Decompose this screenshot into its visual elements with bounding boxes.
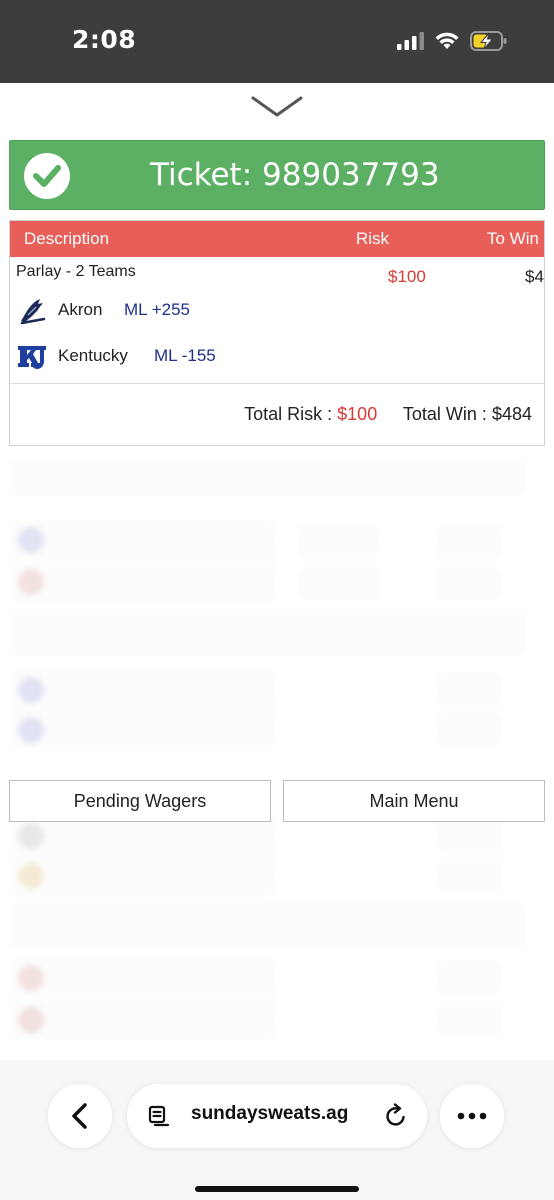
total-win-value: $484	[491, 404, 532, 424]
ticket-confirmation-banner: Ticket: 989037793	[9, 140, 545, 210]
parlay-leg-akron: Akron ML +255	[16, 295, 316, 325]
battery-charging-icon	[470, 31, 507, 51]
akron-zips-logo-icon	[20, 299, 46, 325]
more-icon	[457, 1112, 487, 1120]
reload-icon[interactable]	[383, 1103, 409, 1129]
status-bar: 2:08	[0, 0, 554, 83]
total-risk-label: Total Risk :	[244, 404, 333, 424]
ticket-number: 989037793	[262, 157, 440, 193]
kentucky-wildcats-logo-icon	[18, 346, 46, 369]
parlay-label: Parlay - 2 Teams	[16, 263, 136, 280]
status-time: 2:08	[72, 25, 137, 54]
bet-confirmation-page: Ticket: 989037793 Description Risk To Wi…	[0, 83, 554, 1060]
parlay-risk-amount: $100	[388, 267, 426, 286]
back-button[interactable]	[48, 1084, 112, 1148]
back-arrow-icon	[72, 1103, 87, 1129]
check-circle-icon	[24, 153, 70, 199]
leg-moneyline: ML +255	[124, 300, 190, 319]
leg-moneyline: ML -155	[154, 346, 216, 365]
parlay-to-win-amount: $4	[525, 267, 544, 286]
address-bar[interactable]: sundaysweats.ag	[127, 1084, 427, 1148]
total-win-label: Total Win :	[402, 404, 487, 424]
wager-table-header: Description Risk To Win	[10, 221, 544, 257]
more-options-button[interactable]	[440, 1084, 504, 1148]
totals-row: Total Risk : $100 Total Win : $484	[244, 404, 532, 425]
browser-toolbar: sundaysweats.ag	[0, 1060, 554, 1200]
reader-mode-icon[interactable]	[147, 1104, 171, 1128]
leg-team-name: Akron	[58, 300, 103, 319]
cellular-signal-icon	[397, 32, 424, 50]
total-risk-value: $100	[337, 404, 378, 424]
header-risk: Risk	[356, 229, 390, 248]
pending-wagers-button[interactable]: Pending Wagers	[9, 780, 271, 822]
header-to-win: To Win	[487, 229, 539, 248]
header-description: Description	[24, 229, 110, 248]
wager-details-card: Description Risk To Win Parlay - 2 Teams…	[9, 220, 545, 446]
home-indicator	[195, 1186, 359, 1192]
card-divider	[10, 383, 544, 384]
parlay-leg-kentucky: Kentucky ML -155	[16, 341, 316, 371]
ticket-prefix: Ticket:	[150, 157, 253, 193]
url-text: sundaysweats.ag	[191, 1103, 349, 1124]
ticket-number-label: Ticket: 989037793	[150, 157, 440, 193]
leg-team-name: Kentucky	[58, 346, 128, 365]
main-menu-button[interactable]: Main Menu	[283, 780, 545, 822]
wifi-icon	[435, 32, 459, 49]
collapse-chevron-icon[interactable]	[250, 95, 304, 119]
